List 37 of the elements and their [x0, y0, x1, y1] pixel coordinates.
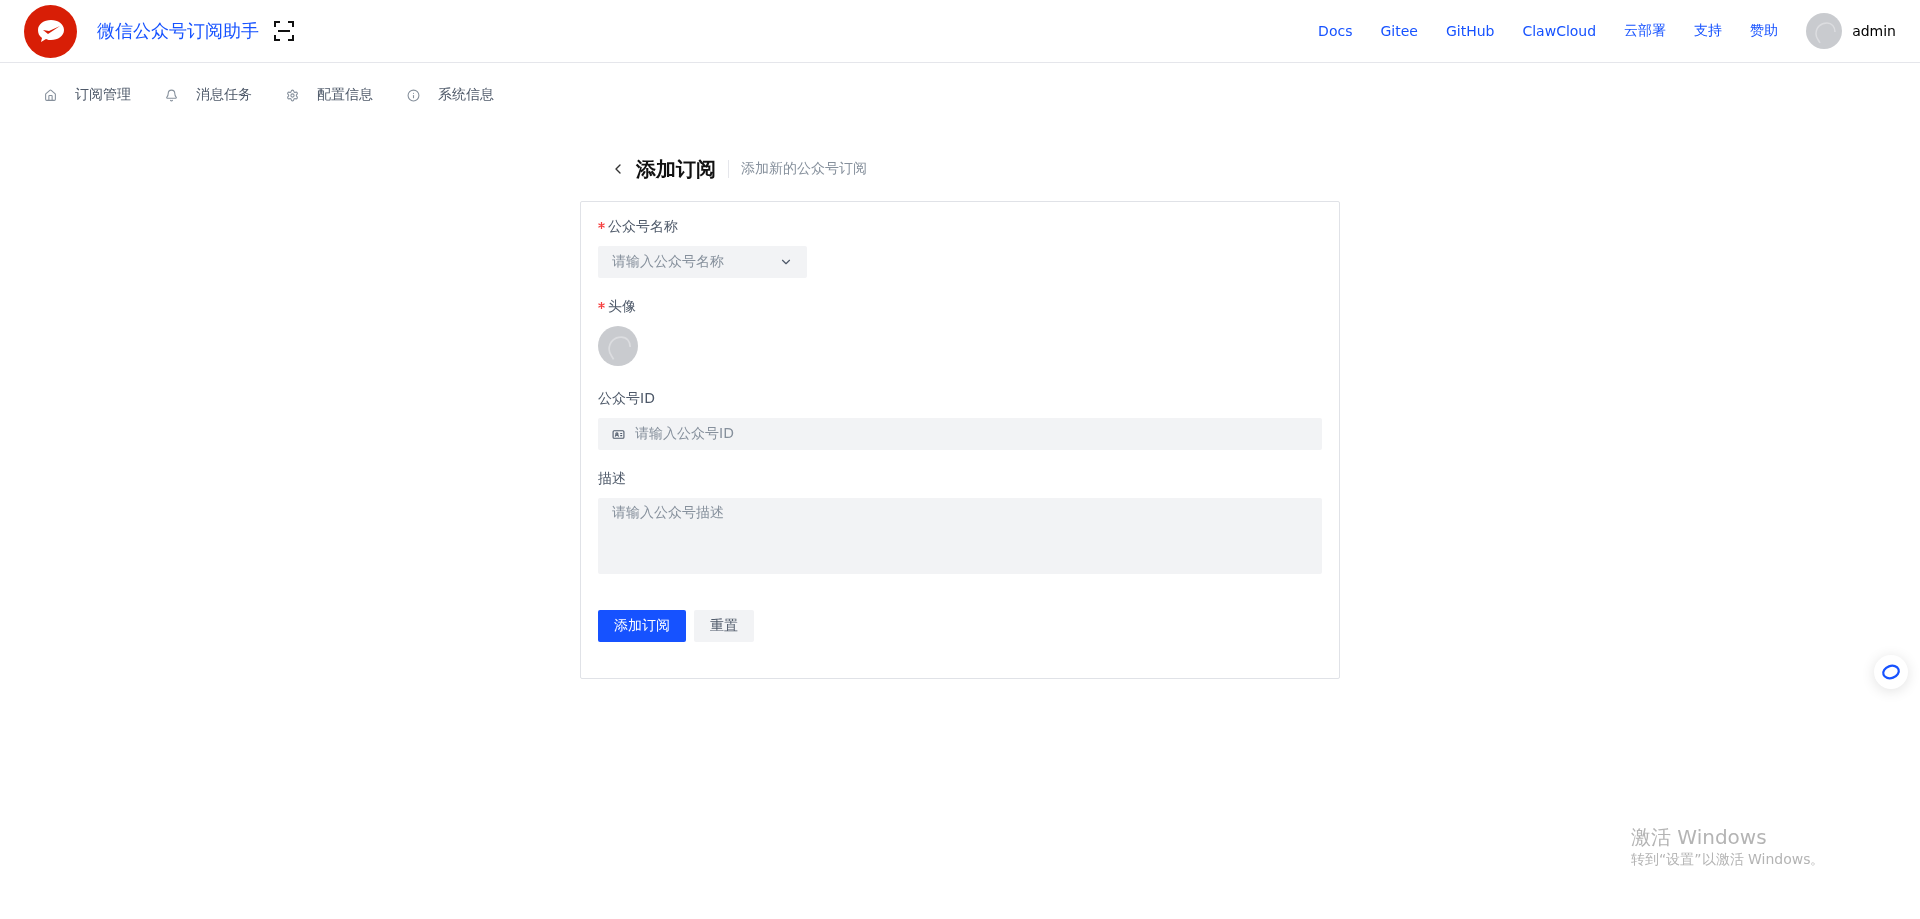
- select-field[interactable]: 请输入公众号名称: [598, 246, 807, 278]
- fullscreen-icon[interactable]: [273, 20, 295, 42]
- logo-icon: [24, 4, 77, 58]
- info-icon: [407, 88, 420, 102]
- header-link[interactable]: ClawCloud: [1522, 23, 1597, 39]
- header-link[interactable]: 赞助: [1750, 22, 1779, 40]
- header-link[interactable]: GitHub: [1445, 23, 1495, 39]
- header-link[interactable]: 云部署: [1624, 22, 1667, 40]
- reset-button[interactable]: 重置: [694, 610, 754, 642]
- textarea-field[interactable]: 请输入公众号描述: [598, 498, 1322, 574]
- field-label: 公众号ID: [598, 390, 655, 408]
- nav-item[interactable]: 消息任务: [165, 75, 252, 115]
- nav-item[interactable]: 订阅管理: [44, 75, 131, 115]
- ring-icon: [1881, 663, 1901, 681]
- submit-button[interactable]: 添加订阅: [598, 610, 686, 642]
- field-label: 公众号名称: [608, 218, 678, 236]
- home-icon: [44, 88, 57, 102]
- user-avatar: [1806, 13, 1843, 49]
- header-link[interactable]: Gitee: [1380, 23, 1418, 39]
- id-card-icon: [612, 427, 625, 441]
- assistant-button[interactable]: [1874, 655, 1908, 689]
- field-label: 描述: [598, 470, 626, 488]
- field-label: 头像: [608, 298, 636, 316]
- username: admin: [1852, 23, 1896, 39]
- nav-item[interactable]: 系统信息: [407, 75, 494, 115]
- avatar-placeholder: [598, 326, 638, 366]
- settings-icon: [286, 88, 299, 102]
- nav-item[interactable]: 配置信息: [286, 75, 373, 115]
- app-title: 微信公众号订阅助手: [97, 19, 259, 43]
- input-field[interactable]: 请输入公众号ID: [598, 418, 1322, 450]
- activation-text: 转到“设置”以激活 Windows。: [1631, 851, 1825, 869]
- page-title: 添加订阅: [636, 155, 716, 183]
- activation-title: 激活 Windows: [1631, 824, 1768, 851]
- page-subtitle: 添加新的公众号订阅: [741, 160, 867, 178]
- bell-icon: [165, 88, 178, 102]
- header-link[interactable]: Docs: [1318, 23, 1353, 39]
- header-link[interactable]: 支持: [1694, 22, 1723, 40]
